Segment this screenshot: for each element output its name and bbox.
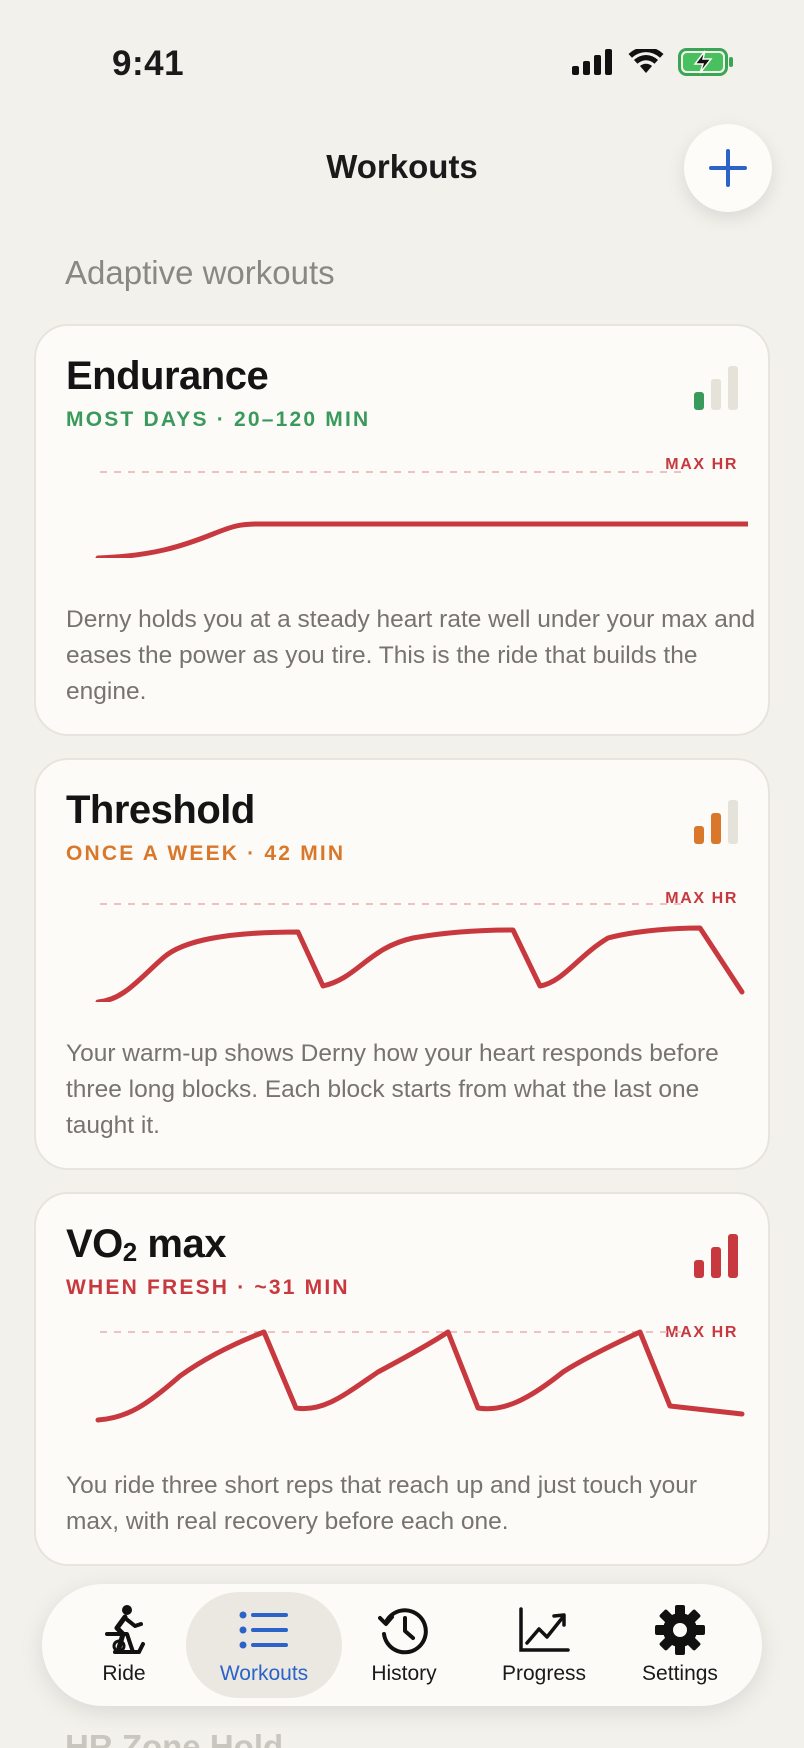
tab-workouts[interactable]: Workouts: [194, 1584, 334, 1706]
workout-card-threshold[interactable]: Threshold ONCE A WEEK · 42 MIN MAX HR Yo…: [34, 758, 770, 1170]
intensity-level-icon: [694, 800, 738, 844]
workout-card-vo2-max[interactable]: VO2 max WHEN FRESH · ~31 MIN MAX HR You …: [34, 1192, 770, 1566]
workout-frequency: MOST DAYS · 20–120 MIN: [66, 408, 371, 431]
workout-title: Threshold: [66, 788, 255, 832]
heart-rate-profile-graph: [95, 471, 748, 558]
trend-chart-icon: [519, 1607, 570, 1652]
workout-title: VO2 max: [66, 1222, 226, 1267]
status-time: 9:41: [112, 44, 185, 83]
add-workout-button[interactable]: [684, 124, 772, 212]
workout-frequency: ONCE A WEEK · 42 MIN: [66, 842, 346, 865]
workout-title: Endurance: [66, 354, 269, 398]
next-card-title-peek: HR Zone Hold: [65, 1728, 284, 1748]
heart-rate-profile-graph: [95, 1329, 745, 1423]
tab-settings[interactable]: Settings: [610, 1584, 750, 1706]
plus-icon: [709, 149, 747, 187]
heart-rate-curve: [95, 1329, 745, 1423]
tab-bar: Ride Workouts History Progress Settings: [42, 1584, 762, 1706]
list-icon: [239, 1611, 288, 1649]
status-bar: 9:41: [0, 0, 804, 130]
gear-icon: [655, 1605, 705, 1655]
tab-ride[interactable]: Ride: [54, 1584, 194, 1706]
workout-description: Your warm-up shows Derny how your heart …: [66, 1040, 719, 1139]
tab-label: Workouts: [219, 1662, 309, 1685]
cyclist-icon: [105, 1605, 145, 1654]
workout-card-endurance[interactable]: Endurance MOST DAYS · 20–120 MIN MAX HR …: [34, 324, 770, 736]
workout-description: You ride three short reps that reach up …: [66, 1472, 698, 1535]
history-clock-icon: [378, 1608, 428, 1655]
wifi-icon: [628, 49, 664, 73]
intensity-level-icon: [694, 1234, 738, 1278]
heart-rate-curve: [95, 521, 748, 558]
tab-label: Settings: [642, 1662, 718, 1685]
tab-label: Ride: [102, 1662, 146, 1685]
tab-label: History: [371, 1662, 437, 1685]
battery-charging-icon: [678, 48, 733, 76]
cellular-signal-icon: [572, 49, 612, 75]
tab-history[interactable]: History: [334, 1584, 474, 1706]
section-title: Adaptive workouts: [65, 254, 335, 291]
heart-rate-profile-graph: [95, 903, 745, 1002]
tab-label: Progress: [501, 1662, 587, 1685]
workout-description: Derny holds you at a steady heart rate w…: [66, 606, 756, 705]
intensity-level-icon: [694, 366, 738, 410]
tab-progress[interactable]: Progress: [474, 1584, 614, 1706]
status-icons: [572, 48, 734, 76]
workout-frequency: WHEN FRESH · ~31 MIN: [66, 1276, 350, 1299]
heart-rate-curve: [95, 925, 745, 1002]
